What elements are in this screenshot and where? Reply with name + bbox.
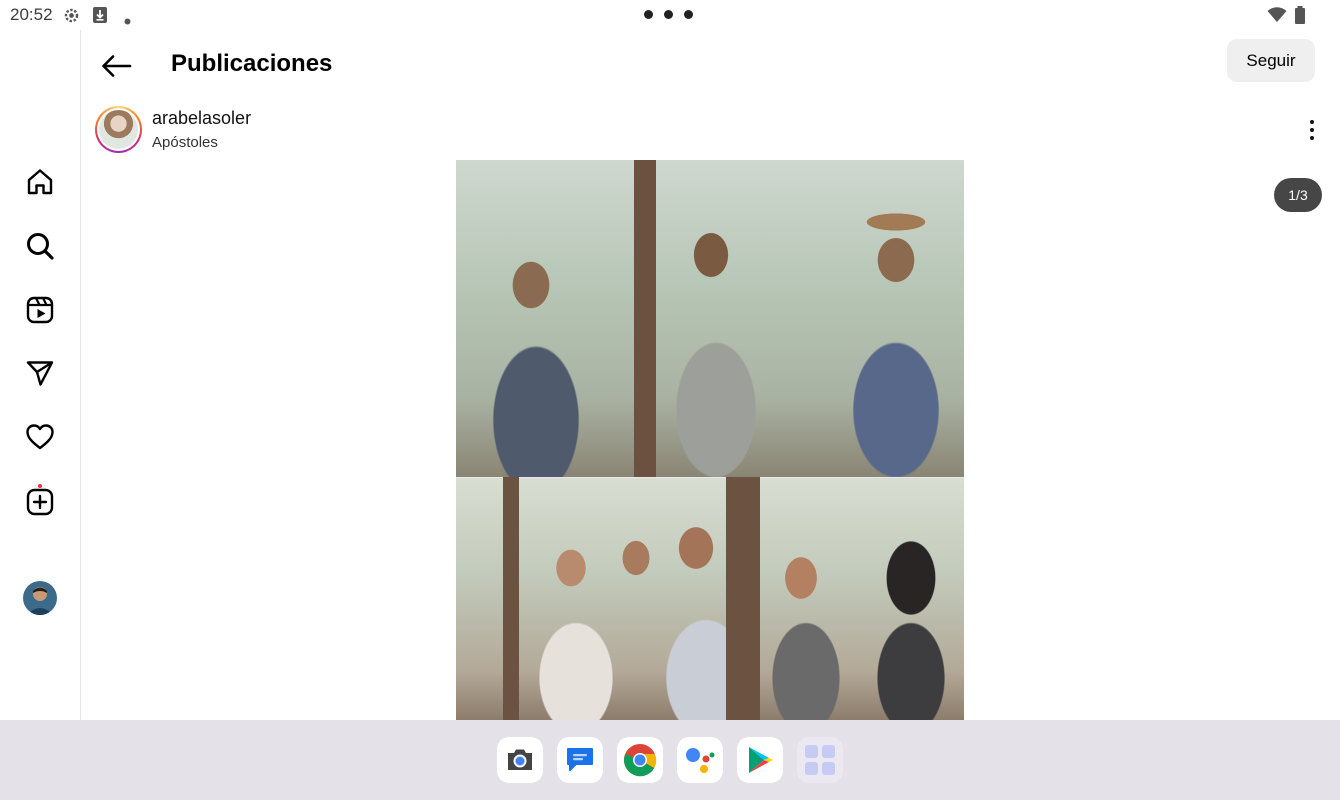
post-image[interactable] — [456, 160, 964, 720]
plus-square-icon — [26, 488, 54, 516]
sidebar-item-profile[interactable] — [23, 581, 57, 615]
dot-icon — [124, 12, 131, 30]
chrome-app-icon — [624, 744, 657, 777]
post-username[interactable]: arabelasoler — [152, 108, 251, 129]
sidebar-item-activity[interactable] — [22, 419, 58, 455]
app-drawer-icon — [805, 745, 835, 775]
multi-window-dots-icon[interactable] — [644, 10, 693, 19]
sidebar-item-search[interactable] — [22, 228, 58, 264]
status-bar: 20:52 — [0, 0, 1340, 30]
messages-app[interactable] — [557, 737, 603, 783]
assistant-app-icon — [686, 748, 715, 773]
profile-avatar — [23, 581, 57, 615]
post-location[interactable]: Apóstoles — [152, 134, 218, 151]
play-store-app[interactable] — [737, 737, 783, 783]
sidebar-item-home[interactable] — [22, 164, 58, 200]
sidebar — [0, 30, 81, 720]
carousel-page-indicator: 1/3 — [1274, 178, 1322, 212]
assistant-app[interactable] — [677, 737, 723, 783]
post-photo-top — [456, 160, 964, 477]
post-author-avatar[interactable] — [95, 106, 142, 153]
settings-gear-icon — [62, 6, 81, 30]
search-icon — [27, 233, 54, 260]
battery-icon — [1294, 6, 1306, 29]
chrome-app[interactable] — [617, 737, 663, 783]
home-icon — [27, 169, 53, 195]
sidebar-item-create[interactable] — [22, 484, 58, 520]
reels-icon — [26, 296, 54, 324]
taskbar — [0, 720, 1340, 800]
sidebar-item-direct[interactable] — [22, 355, 58, 391]
download-icon — [92, 6, 108, 29]
messages-app-icon — [567, 748, 593, 771]
camera-app[interactable] — [497, 737, 543, 783]
send-icon — [26, 361, 54, 386]
sidebar-item-reels[interactable] — [22, 292, 58, 328]
camera-app-icon — [508, 749, 532, 770]
play-store-app-icon — [749, 747, 773, 773]
heart-icon — [26, 424, 54, 450]
back-button[interactable] — [96, 46, 136, 86]
more-dots-icon — [1310, 120, 1314, 124]
arrow-left-icon — [102, 55, 132, 77]
more-options-button[interactable] — [1300, 116, 1324, 144]
wifi-icon — [1267, 7, 1287, 28]
follow-button[interactable]: Seguir — [1227, 39, 1315, 82]
page-title: Publicaciones — [171, 50, 333, 77]
app-drawer-button[interactable] — [797, 737, 843, 783]
post-photo-bottom — [456, 478, 964, 720]
status-time: 20:52 — [10, 5, 53, 24]
